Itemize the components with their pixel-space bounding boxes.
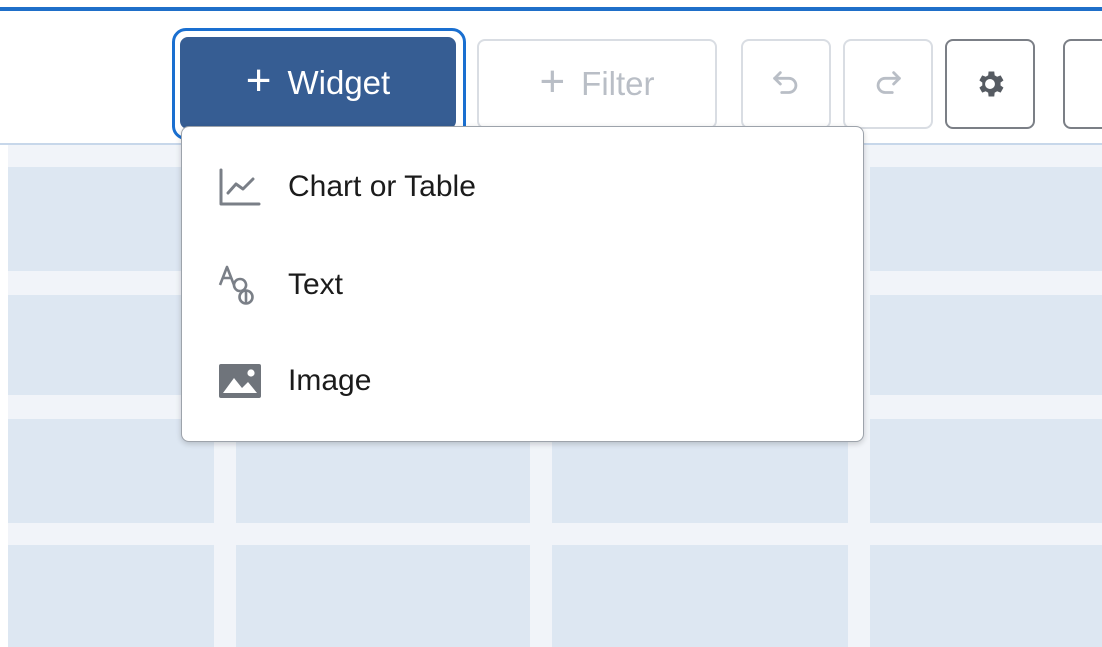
redo-icon	[876, 71, 901, 94]
undo-button[interactable]	[741, 39, 831, 129]
menu-item-label: Image	[288, 364, 372, 397]
add-widget-button[interactable]: + Widget	[180, 37, 456, 129]
undo-icon	[773, 71, 798, 94]
menu-item-chart-or-table[interactable]: Chart or Table	[182, 139, 863, 235]
image-icon	[218, 359, 262, 403]
plus-icon: +	[539, 57, 566, 106]
text-format-icon	[218, 263, 262, 307]
toolbar-overflow-button[interactable]	[1063, 39, 1102, 129]
dashboard-editor: + Widget + Filter Chart or Table Text Im…	[0, 0, 1102, 647]
grid-cell	[8, 545, 214, 647]
grid-cell	[552, 545, 848, 647]
grid-cell	[870, 545, 1102, 647]
line-chart-icon	[218, 165, 262, 209]
plus-icon: +	[245, 56, 272, 105]
widget-type-menu: Chart or Table Text Image	[181, 126, 864, 442]
redo-button[interactable]	[843, 39, 933, 129]
editor-toolbar: + Widget + Filter	[0, 11, 1102, 143]
add-filter-button[interactable]: + Filter	[477, 39, 717, 129]
canvas-left-margin	[0, 145, 8, 647]
grid-cell	[870, 167, 1102, 271]
settings-button[interactable]	[945, 39, 1035, 129]
menu-item-label: Text	[288, 268, 344, 301]
menu-item-label: Chart or Table	[288, 170, 476, 203]
menu-item-image[interactable]: Image	[182, 333, 863, 429]
grid-cell	[236, 545, 530, 647]
grid-cell	[870, 295, 1102, 395]
grid-cell	[870, 419, 1102, 523]
menu-item-text[interactable]: Text	[182, 237, 863, 333]
gear-icon	[979, 71, 1004, 97]
top-accent-bar	[0, 0, 1102, 11]
add-filter-label: Filter	[581, 65, 655, 102]
add-widget-label: Widget	[287, 64, 391, 101]
